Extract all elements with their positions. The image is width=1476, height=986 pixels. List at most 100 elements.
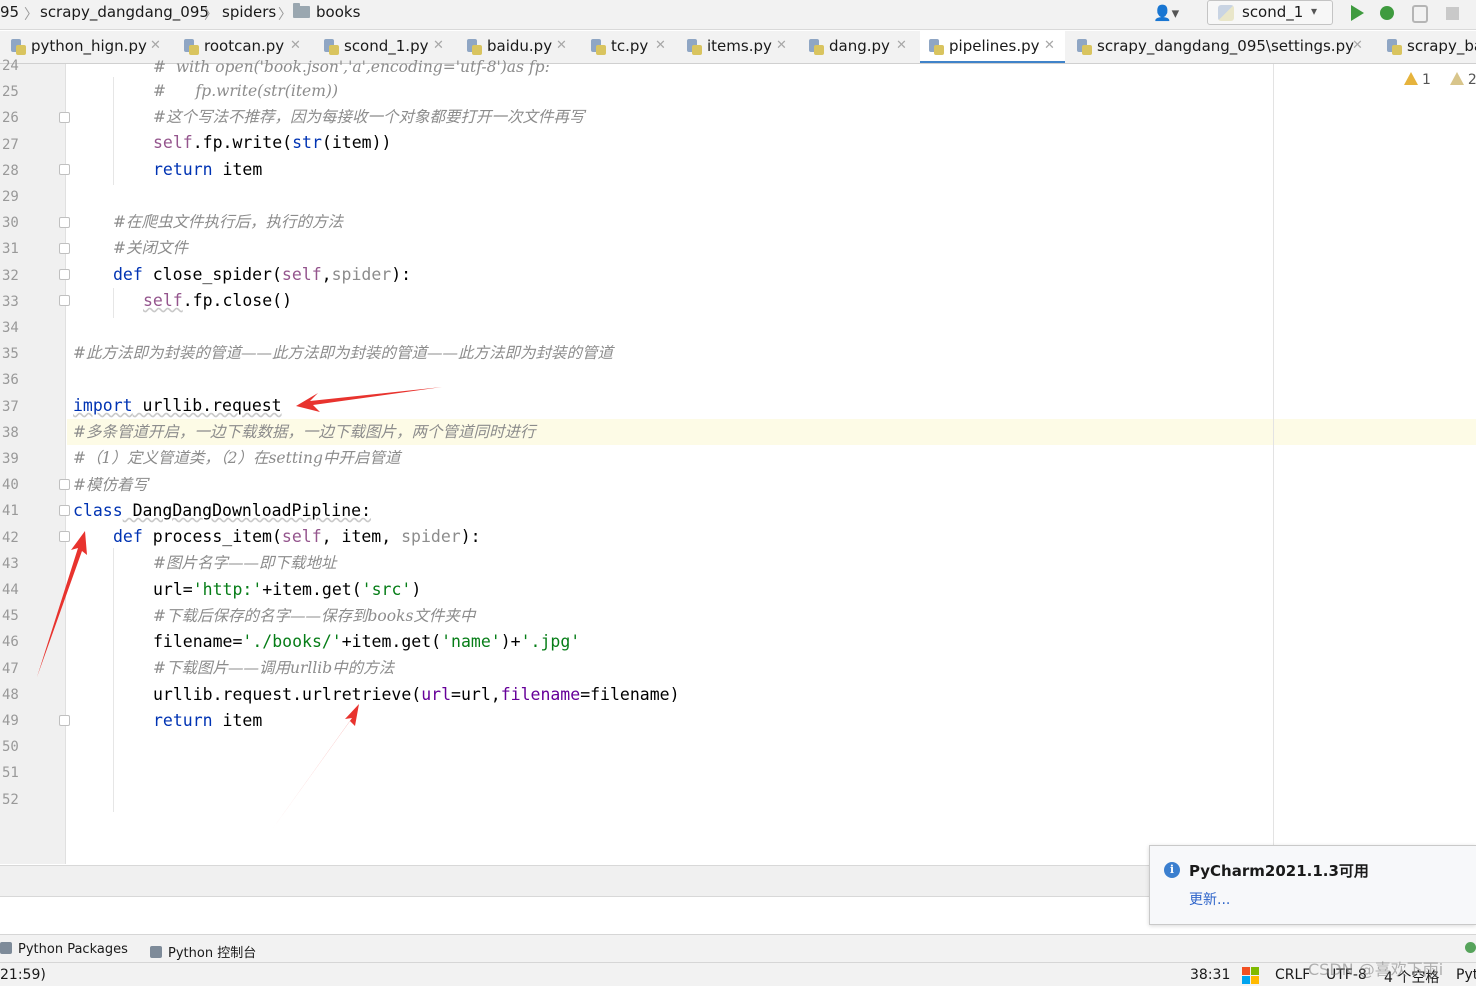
breadcrumb-item[interactable]: scrapy_dangdang_095 bbox=[40, 3, 209, 21]
indent-guide bbox=[113, 548, 114, 812]
update-link[interactable]: 更新... bbox=[1189, 889, 1230, 909]
fold-marker[interactable] bbox=[59, 269, 70, 280]
code-token: DangDangDownloadPipline: bbox=[122, 501, 372, 520]
close-icon[interactable]: ✕ bbox=[896, 38, 907, 53]
status-message: 21:59) bbox=[0, 967, 46, 983]
breadcrumb-item[interactable]: 95 bbox=[0, 3, 19, 21]
code-line-45: #下载后保存的名字——保存到books文件夹中 bbox=[153, 607, 476, 625]
line-number: 49 bbox=[2, 713, 19, 729]
fold-marker[interactable] bbox=[59, 531, 70, 542]
code-token: process_item( bbox=[142, 527, 282, 546]
run-configuration-select[interactable]: scond_1 ▾ bbox=[1207, 0, 1333, 25]
python-icon bbox=[1218, 5, 1234, 21]
breadcrumb-item[interactable]: spiders bbox=[222, 3, 276, 21]
line-number: 29 bbox=[2, 189, 19, 205]
line-number: 25 bbox=[2, 84, 19, 101]
tab-settings[interactable]: scrapy_dangdang_095\settings.py ✕ bbox=[1076, 31, 1372, 63]
tool-label: Python Packages bbox=[18, 942, 128, 957]
fold-marker[interactable] bbox=[59, 479, 70, 490]
close-icon[interactable]: ✕ bbox=[150, 38, 161, 53]
line-number: 44 bbox=[2, 582, 19, 598]
fold-marker[interactable] bbox=[59, 715, 70, 726]
tab-items[interactable]: items.py ✕ bbox=[686, 31, 796, 63]
line-number: 36 bbox=[2, 372, 19, 389]
python-packages-tab[interactable]: Python Packages bbox=[0, 942, 128, 957]
tool-label: Python 控制台 bbox=[168, 946, 257, 961]
event-log-icon[interactable] bbox=[1465, 942, 1476, 953]
code-token: )+ bbox=[500, 632, 521, 651]
user-icon[interactable]: 👤▾ bbox=[1153, 4, 1187, 22]
close-icon[interactable]: ✕ bbox=[290, 38, 301, 53]
python-console-tab[interactable]: Python 控制台 bbox=[150, 942, 256, 961]
code-token: filename= bbox=[153, 632, 243, 651]
code-line-42: def process_item(self, item, spider): bbox=[113, 526, 481, 548]
tab-dang[interactable]: dang.py ✕ bbox=[808, 31, 914, 63]
close-icon[interactable]: ✕ bbox=[1044, 38, 1055, 53]
close-icon[interactable]: ✕ bbox=[776, 38, 787, 53]
breadcrumb-item[interactable]: books bbox=[316, 3, 360, 21]
tab-tc[interactable]: tc.py ✕ bbox=[590, 31, 676, 63]
packages-icon bbox=[0, 942, 12, 954]
weak-warning-count: 20 bbox=[1467, 72, 1476, 88]
close-icon[interactable]: ✕ bbox=[433, 38, 444, 53]
tab-label: items.py bbox=[707, 37, 772, 55]
fold-marker[interactable] bbox=[59, 164, 70, 175]
fold-marker[interactable] bbox=[59, 295, 70, 306]
self-token: self bbox=[281, 527, 322, 546]
run-button[interactable] bbox=[1347, 3, 1367, 23]
line-number: 43 bbox=[2, 555, 19, 572]
param-token: url bbox=[421, 685, 452, 704]
breadcrumb-separator: 〉 bbox=[204, 7, 218, 23]
line-number: 46 bbox=[2, 634, 19, 651]
notification-title: PyCharm2021.1.3可用 bbox=[1189, 862, 1369, 880]
coverage-button[interactable] bbox=[1409, 3, 1429, 23]
right-margin-guide bbox=[1273, 64, 1274, 864]
caret-position[interactable]: 38:31 bbox=[1190, 967, 1230, 983]
fold-marker[interactable] bbox=[59, 505, 70, 516]
python-file-icon bbox=[686, 39, 702, 55]
stop-button[interactable] bbox=[1443, 3, 1463, 23]
breadcrumb-separator: 〉 bbox=[24, 7, 38, 23]
code-line-39: #（1）定义管道类，（2）在setting中开启管道 bbox=[73, 449, 401, 467]
code-line-40: #模仿着写 bbox=[73, 476, 148, 494]
tab-scrapy-ba[interactable]: scrapy_ba bbox=[1386, 31, 1476, 63]
code-token: ): bbox=[391, 265, 412, 284]
tab-label: scrapy_dangdang_095\settings.py bbox=[1097, 37, 1354, 55]
close-icon[interactable]: ✕ bbox=[655, 38, 666, 53]
keyword-token: class bbox=[73, 501, 123, 520]
code-token: close_spider( bbox=[142, 265, 282, 284]
keyword-token: def bbox=[113, 265, 143, 284]
code-token: =url, bbox=[451, 685, 501, 704]
fold-marker[interactable] bbox=[59, 112, 70, 123]
line-number: 51 bbox=[2, 765, 19, 782]
interpreter[interactable]: Pyt bbox=[1456, 967, 1476, 983]
code-line-38: #多条管道开启，一边下载数据，一边下载图片，两个管道同时进行 bbox=[73, 423, 536, 441]
python-file-icon bbox=[928, 39, 944, 55]
tab-python-hign[interactable]: python_hign.py ✕ bbox=[10, 31, 172, 63]
breadcrumb-separator: 〉 bbox=[278, 7, 292, 23]
code-line-43: #图片名字——即下载地址 bbox=[153, 554, 337, 572]
warning-count: 1 bbox=[1422, 72, 1431, 88]
line-separator[interactable]: CRLF bbox=[1275, 967, 1310, 983]
line-number: 33 bbox=[2, 293, 19, 310]
code-line-49: return item bbox=[153, 710, 262, 732]
close-icon[interactable]: ✕ bbox=[556, 38, 567, 53]
fold-marker[interactable] bbox=[59, 217, 70, 228]
python-file-icon bbox=[323, 39, 339, 55]
param-token: filename bbox=[500, 685, 581, 704]
line-number: 35 bbox=[2, 346, 19, 363]
debug-button[interactable] bbox=[1377, 3, 1397, 23]
windows-icon bbox=[1242, 967, 1259, 984]
line-number: 31 bbox=[2, 241, 19, 258]
line-number: 30 bbox=[2, 215, 19, 232]
close-icon[interactable]: ✕ bbox=[1352, 38, 1363, 53]
python-file-icon bbox=[590, 39, 606, 55]
chevron-down-icon: ▾ bbox=[1311, 4, 1318, 18]
tab-pipelines[interactable]: pipelines.py ✕ bbox=[920, 31, 1065, 63]
line-number: 47 bbox=[2, 660, 19, 677]
tab-label: scrapy_ba bbox=[1407, 37, 1476, 55]
python-file-icon bbox=[10, 39, 26, 55]
navigation-bar: 95 〉 scrapy_dangdang_095 〉 spiders 〉 boo… bbox=[0, 0, 1476, 30]
fold-marker[interactable] bbox=[59, 243, 70, 254]
inspection-widget[interactable]: 1 20 bbox=[1404, 72, 1476, 92]
